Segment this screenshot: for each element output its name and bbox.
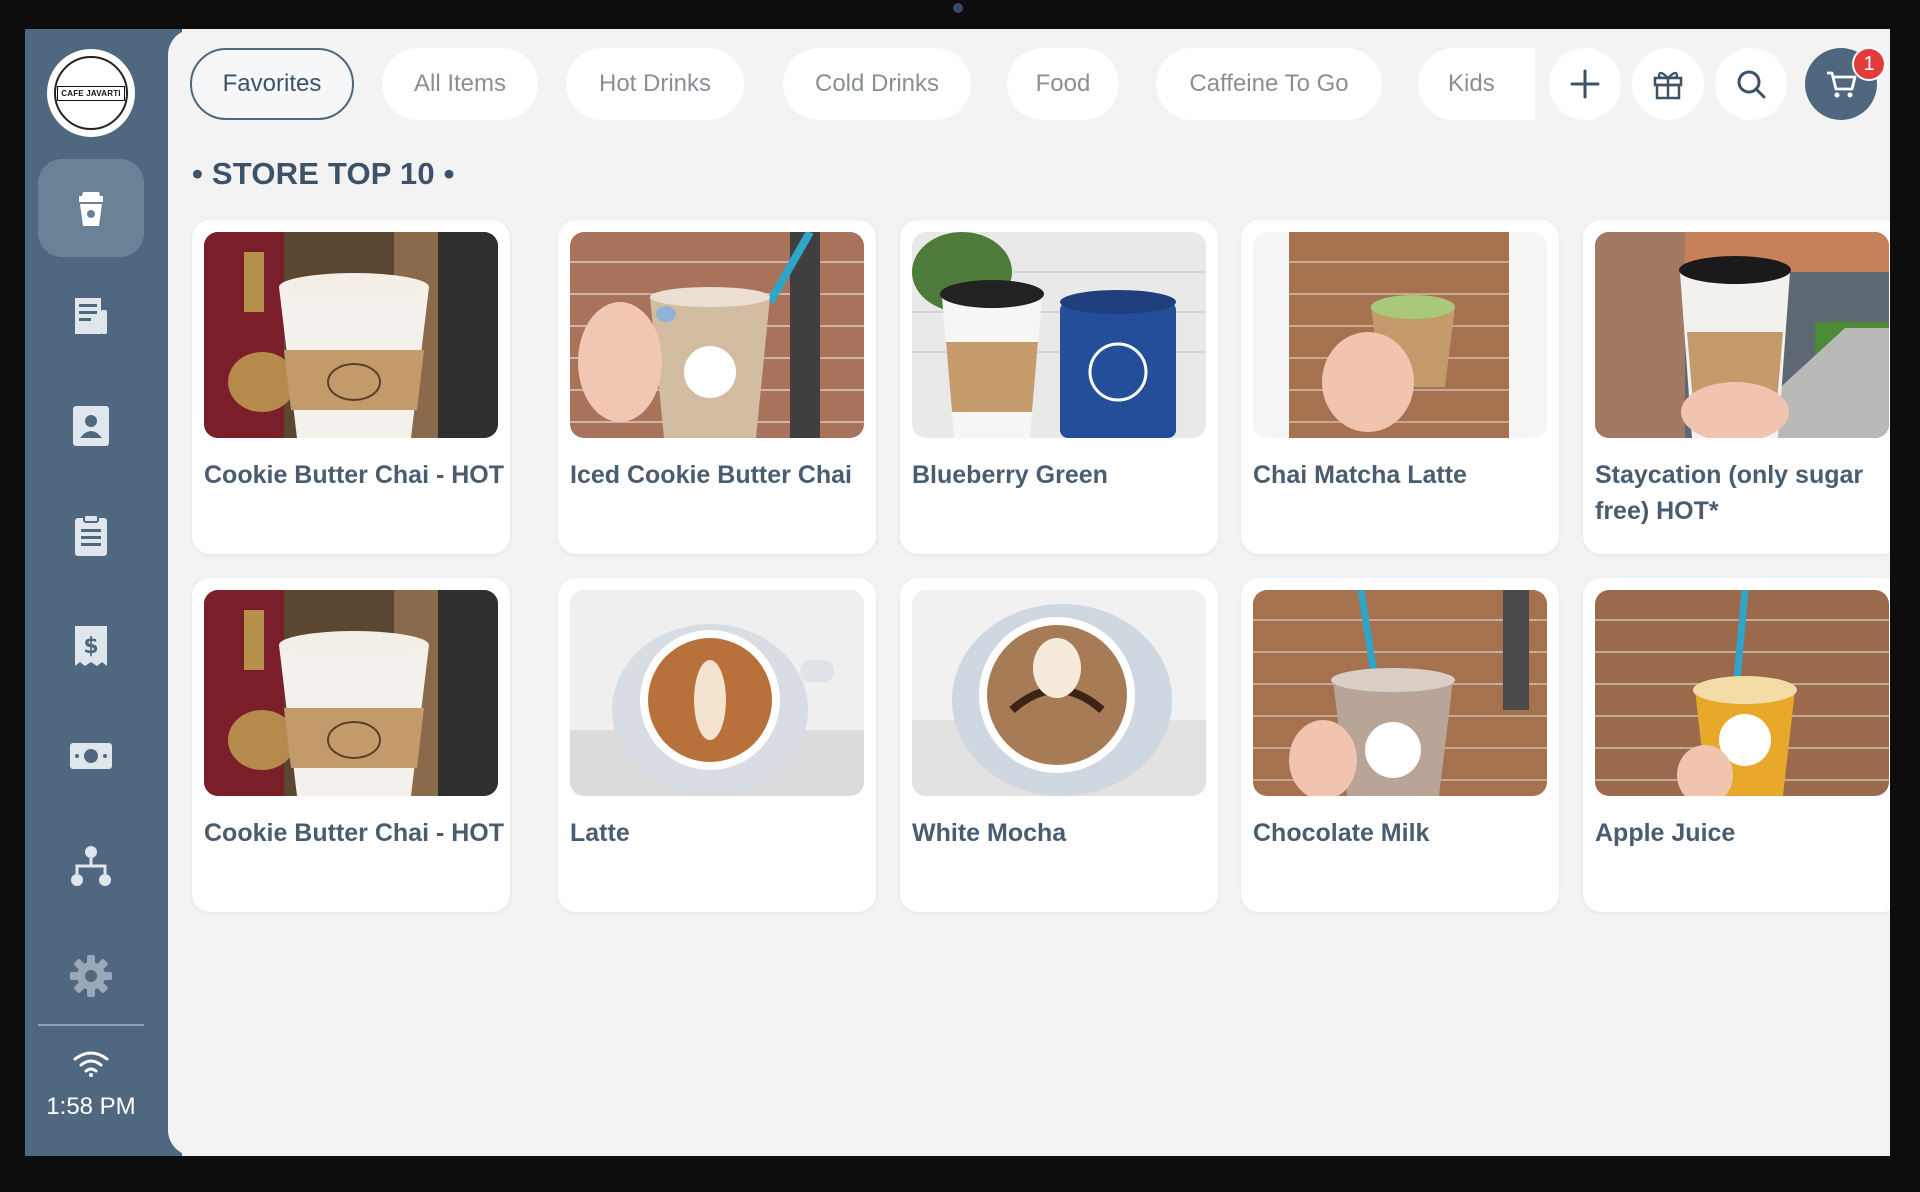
app-screen: CAFE JAVARTI $ 1:58 PM Favorites All Ite… [25,29,1890,1156]
sidebar: CAFE JAVARTI $ 1:58 PM [25,29,182,1156]
sidebar-item-receipts[interactable]: $ [38,597,144,695]
sidebar-item-reports[interactable] [38,487,144,585]
cart-icon [1827,71,1857,98]
sidebar-item-organization[interactable] [38,817,144,915]
sidebar-item-orders[interactable] [38,267,144,365]
product-card[interactable]: Chai Matcha Latte [1241,220,1559,554]
receipt-dollar-icon: $ [75,626,107,666]
product-image [1595,232,1889,438]
customer-icon [73,406,109,446]
category-tabs: Favorites All Items Hot Drinks Cold Drin… [190,48,1535,120]
section-title: • STORE TOP 10 • [192,156,455,191]
plus-icon [1570,69,1600,99]
search-button[interactable] [1715,48,1787,120]
cup-icon [79,192,103,226]
cash-icon [70,743,112,769]
product-card[interactable]: Iced Cookie Butter Chai [558,220,876,554]
product-card[interactable]: Staycation (only sugar free) HOT* [1583,220,1890,554]
product-name: Cookie Butter Chai - HOT [204,461,505,489]
product-image [204,590,498,796]
add-button[interactable] [1549,48,1621,120]
hierarchy-icon [71,846,111,886]
cart-count-badge: 1 [1852,47,1886,81]
product-name: Chai Matcha Latte [1253,461,1467,489]
tab-cold-drinks[interactable]: Cold Drinks [783,48,971,120]
orders-icon [75,298,107,334]
gift-icon [1653,71,1683,100]
sidebar-item-customers[interactable] [38,377,144,475]
product-card[interactable]: Apple Juice [1583,578,1890,912]
gear-icon [70,955,112,997]
tab-hot-drinks[interactable]: Hot Drinks [566,48,744,120]
gift-card-button[interactable] [1632,48,1704,120]
sidebar-item-cash[interactable] [38,707,144,805]
tab-kids[interactable]: Kids [1418,48,1535,120]
product-image [570,590,864,796]
product-name: Latte [570,819,630,847]
sidebar-item-menu[interactable] [38,159,144,257]
product-image [912,232,1206,438]
logo-text: CAFE JAVARTI [57,85,125,101]
sidebar-item-settings[interactable] [38,927,144,1025]
product-name: Iced Cookie Butter Chai [570,461,852,489]
tab-favorites[interactable]: Favorites [190,48,354,120]
product-image [1253,232,1547,438]
product-card[interactable]: Chocolate Milk [1241,578,1559,912]
product-name: Staycation (only sugar free) HOT* [1595,461,1864,525]
product-card[interactable]: White Mocha [900,578,1218,912]
clipboard-icon [75,514,107,556]
sidebar-divider [38,1024,144,1026]
tab-caffeine-to-go[interactable]: Caffeine To Go [1156,48,1382,120]
product-image [570,232,864,438]
product-card[interactable]: Latte [558,578,876,912]
product-name: Blueberry Green [912,461,1108,489]
product-card[interactable]: Cookie Butter Chai - HOT [192,220,510,554]
product-name: Cookie Butter Chai - HOT [204,819,505,847]
product-image [204,232,498,438]
wifi-icon [73,1051,109,1077]
logo-badge: CAFE JAVARTI [54,56,128,130]
tab-food[interactable]: Food [1007,48,1119,120]
product-image [1595,590,1889,796]
clock: 1:58 PM [46,1093,136,1120]
product-name: White Mocha [912,819,1067,847]
product-image [912,590,1206,796]
product-image [1253,590,1547,796]
svg-text:$: $ [83,634,98,659]
store-logo[interactable]: CAFE JAVARTI [47,49,135,137]
product-card[interactable]: Blueberry Green [900,220,1218,554]
tab-all-items[interactable]: All Items [382,48,538,120]
product-name: Chocolate Milk [1253,819,1430,847]
product-card[interactable]: Cookie Butter Chai - HOT [192,578,510,912]
search-icon [1737,70,1766,99]
camera-dot [953,3,963,13]
product-name: Apple Juice [1595,819,1736,847]
